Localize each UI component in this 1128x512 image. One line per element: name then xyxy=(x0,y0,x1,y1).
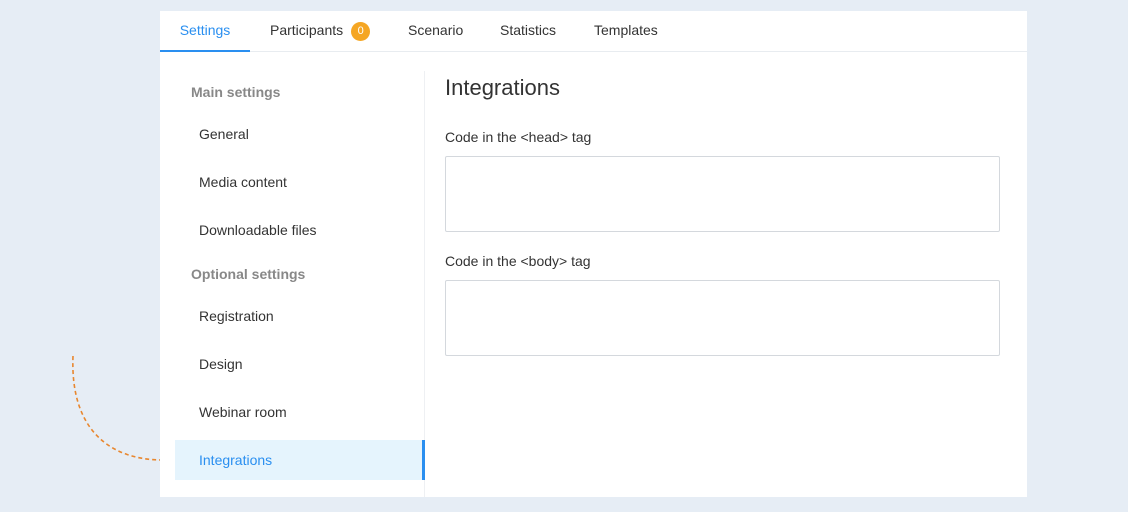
sidebar-item-registration[interactable]: Registration xyxy=(175,296,425,336)
tab-scenario-label: Scenario xyxy=(408,22,464,38)
tab-settings-label: Settings xyxy=(179,22,231,38)
body-code-label: Code in the <body> tag xyxy=(445,253,591,269)
body-code-field[interactable] xyxy=(445,280,1000,356)
sidebar-item-webinar-room[interactable]: Webinar room xyxy=(175,392,425,432)
tab-participants[interactable]: Participants 0 xyxy=(270,11,371,52)
page-title: Integrations xyxy=(445,75,560,100)
sidebar-item-integrations[interactable]: Integrations xyxy=(175,440,425,480)
sidebar-item-media-content[interactable]: Media content xyxy=(175,162,425,202)
tab-templates[interactable]: Templates xyxy=(594,11,658,52)
optional-settings-title: Optional settings xyxy=(191,266,306,282)
sidebar-item-design[interactable]: Design xyxy=(175,344,425,384)
sidebar-item-general[interactable]: General xyxy=(175,114,425,154)
tab-bar: Settings Participants 0 Scenario Statisti… xyxy=(160,11,1027,52)
head-code-field[interactable] xyxy=(445,156,1000,232)
tab-statistics[interactable]: Statistics xyxy=(500,11,556,52)
participants-count-badge: 0 xyxy=(351,22,371,41)
tab-scenario[interactable]: Scenario xyxy=(408,11,463,52)
tab-participants-label: Participants xyxy=(270,22,344,38)
tab-settings[interactable]: Settings xyxy=(160,11,250,52)
main-settings-title: Main settings xyxy=(191,84,281,100)
settings-sidebar: Main settings General Media content Down… xyxy=(160,71,425,497)
tab-statistics-label: Statistics xyxy=(500,22,557,38)
settings-panel: Settings Participants 0 Scenario Statisti… xyxy=(160,11,1027,497)
head-code-label: Code in the <head> tag xyxy=(445,129,592,145)
tab-templates-label: Templates xyxy=(594,22,658,38)
sidebar-item-downloadable-files[interactable]: Downloadable files xyxy=(175,210,425,250)
